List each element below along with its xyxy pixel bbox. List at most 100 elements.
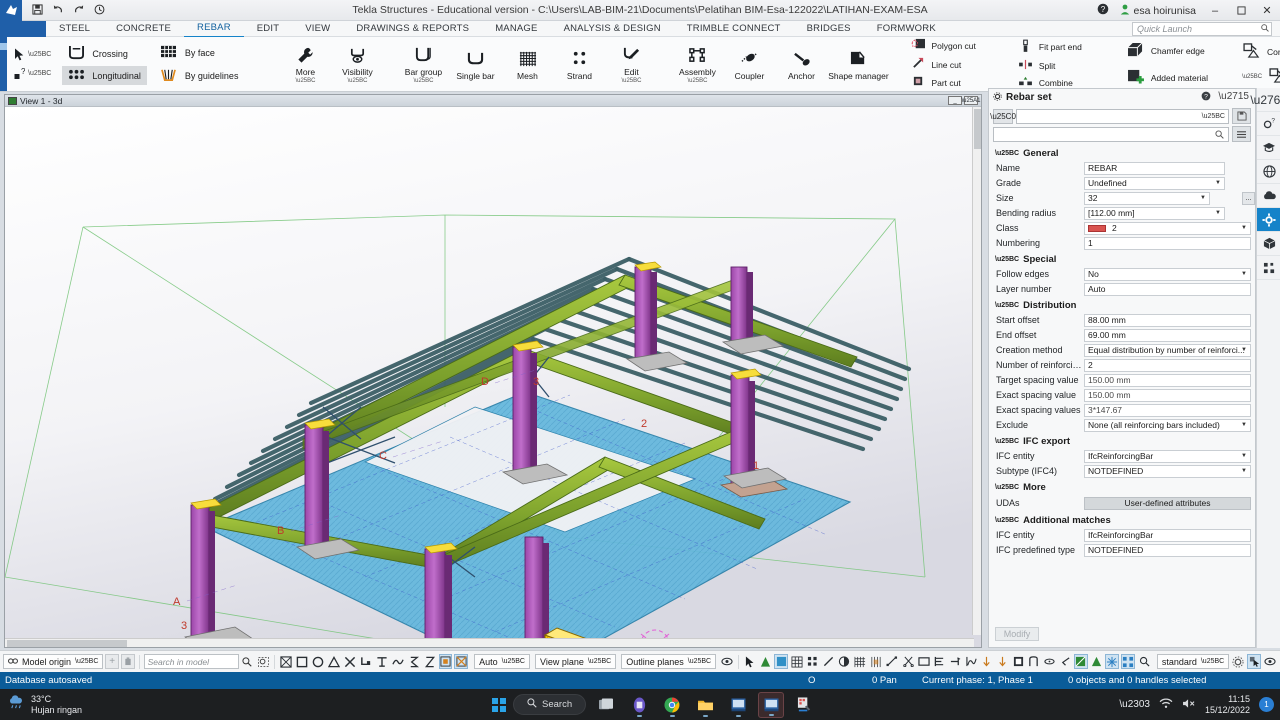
- weather-widget[interactable]: 33°C Hujan ringan: [0, 694, 82, 716]
- select-arrow-icon[interactable]: [743, 654, 757, 669]
- teams-icon[interactable]: [626, 692, 652, 718]
- snap-nearest-icon[interactable]: [279, 654, 293, 669]
- split-button[interactable]: Split: [1014, 58, 1086, 74]
- row-numbering-input[interactable]: 1: [1084, 236, 1251, 250]
- properties-gear-icon[interactable]: [1257, 208, 1280, 232]
- create-shape-dropdown-icon[interactable]: \u25BC: [1242, 74, 1262, 80]
- tab-analysis-design[interactable]: ANALYSIS & DESIGN: [551, 21, 674, 37]
- snap-midpoint-icon[interactable]: [375, 654, 389, 669]
- snap-intersection-icon[interactable]: [343, 654, 357, 669]
- strand-button[interactable]: Strand: [553, 48, 605, 81]
- snap-free-icon[interactable]: [423, 654, 437, 669]
- section-general[interactable]: \u25BC General: [989, 145, 1255, 161]
- tekla-structures-icon[interactable]: [725, 692, 751, 718]
- components-icon[interactable]: ?: [1257, 112, 1280, 136]
- grid-dots-icon[interactable]: [1257, 256, 1280, 280]
- help-icon[interactable]: ?: [1201, 91, 1211, 104]
- snap-curve-icon[interactable]: [391, 654, 405, 669]
- pointer-icon[interactable]: [1247, 654, 1261, 669]
- select-objects-icon[interactable]: [806, 654, 820, 669]
- tab-trimble-connect[interactable]: TRIMBLE CONNECT: [674, 21, 794, 37]
- cube-icon[interactable]: [1257, 232, 1280, 256]
- taskbar-clock[interactable]: 11:15 15/12/2022: [1205, 694, 1250, 716]
- wifi-icon[interactable]: [1159, 697, 1173, 712]
- close-button[interactable]: ✕: [1254, 0, 1280, 21]
- edit-rebar-button[interactable]: Edit \u25BC: [605, 44, 657, 84]
- longitudinal-bars-button[interactable]: Longitudinal: [62, 66, 147, 85]
- single-bar-button[interactable]: Single bar: [449, 48, 501, 81]
- by-guidelines-button[interactable]: By guidelines: [155, 65, 245, 86]
- select-handle-icon[interactable]: [1011, 654, 1025, 669]
- row-exclude-dropdown[interactable]: None (all reinforcing bars included): [1084, 418, 1251, 432]
- row-size-more-button[interactable]: ...: [1242, 191, 1255, 205]
- select-magnifier-icon[interactable]: [1137, 654, 1151, 669]
- ribbon-left-rail[interactable]: [0, 37, 7, 91]
- by-face-button[interactable]: By face: [155, 42, 245, 63]
- panel-back-button[interactable]: \u25C0: [990, 108, 1016, 124]
- eye-icon[interactable]: [1263, 654, 1277, 669]
- task-view-icon[interactable]: [593, 692, 619, 718]
- assembly-dropdown-icon[interactable]: \u25BC: [687, 78, 707, 84]
- search-in-model-input[interactable]: Search in model: [143, 654, 239, 669]
- select-part-icon[interactable]: [774, 654, 788, 669]
- row-number-of-bars-input[interactable]: 2: [1084, 358, 1251, 372]
- visibility-eye-icon[interactable]: [720, 654, 734, 669]
- row-end-offset-input[interactable]: 69.00 mm: [1084, 328, 1251, 342]
- user-account[interactable]: esa hoirunisa: [1114, 4, 1202, 18]
- windows-start-icon[interactable]: [492, 697, 506, 712]
- convert-part-button[interactable]: Convert pa: [1238, 42, 1280, 62]
- assembly-button[interactable]: Assembly \u25BC: [671, 44, 723, 84]
- select-surface-icon[interactable]: [964, 654, 978, 669]
- row-name-input[interactable]: REBAR: [1084, 161, 1225, 175]
- quick-launch-input[interactable]: Quick Launch: [1132, 22, 1272, 36]
- select-view-icon[interactable]: [1073, 654, 1088, 669]
- select-snap-icon[interactable]: [1105, 654, 1120, 669]
- row-am-ifc-entity-input[interactable]: IfcReinforcingBar: [1084, 528, 1251, 542]
- minimize-button[interactable]: –: [1202, 0, 1228, 21]
- tekla-tools-icon[interactable]: [791, 692, 817, 718]
- chevron-up-icon[interactable]: \u2303: [1119, 699, 1150, 710]
- section-ifc-export[interactable]: \u25BC IFC export: [989, 433, 1255, 449]
- row-follow-edges-dropdown[interactable]: No: [1084, 267, 1251, 281]
- anchor-button[interactable]: Anchor: [775, 48, 827, 81]
- select-task-icon[interactable]: [996, 654, 1010, 669]
- snap-box-icon[interactable]: [295, 654, 309, 669]
- close-icon[interactable]: \u2715: [1218, 91, 1249, 104]
- scroll-thumb[interactable]: [7, 640, 127, 647]
- help-icon[interactable]: ?: [1092, 3, 1114, 18]
- row-ifc-entity-dropdown[interactable]: IfcReinforcingBar: [1084, 449, 1251, 463]
- snap-triangle-icon[interactable]: [327, 654, 341, 669]
- snap-perpendicular-icon[interactable]: [359, 654, 373, 669]
- row-am-ifc-predefined-type-input[interactable]: NOTDEFINED: [1084, 543, 1251, 557]
- tab-steel[interactable]: STEEL: [46, 21, 103, 37]
- tab-rebar[interactable]: REBAR: [184, 20, 244, 38]
- row-class-dropdown[interactable]: 2: [1084, 221, 1251, 235]
- row-bending-radius-dropdown[interactable]: [112.00 mm]: [1084, 206, 1225, 220]
- file-explorer-icon[interactable]: [692, 692, 718, 718]
- select-cut-icon[interactable]: [901, 654, 915, 669]
- snap-extend-icon[interactable]: [407, 654, 421, 669]
- select-grid-icon[interactable]: [853, 654, 867, 669]
- auto-dropdown[interactable]: Auto \u25BC: [474, 654, 530, 669]
- section-more[interactable]: \u25BC More: [989, 479, 1255, 495]
- outline-planes-dropdown[interactable]: Outline planes \u25BC: [621, 654, 717, 669]
- panel-save-icon[interactable]: [1232, 108, 1251, 124]
- snap-point-icon[interactable]: [438, 654, 453, 669]
- graduation-cap-icon[interactable]: [1257, 136, 1280, 160]
- tab-manage[interactable]: MANAGE: [482, 21, 550, 37]
- row-target-spacing-input[interactable]: 150.00 mm: [1084, 373, 1251, 387]
- polygon-cut-button[interactable]: Polygon cut: [906, 37, 979, 55]
- history-icon[interactable]: [94, 4, 105, 17]
- user-defined-attributes-button[interactable]: User-defined attributes: [1084, 496, 1251, 510]
- search-icon[interactable]: [241, 654, 255, 669]
- select-bolt-icon[interactable]: [933, 654, 947, 669]
- origin-dropdown[interactable]: Model origin \u25BC: [3, 654, 104, 669]
- create-shape-geometry-button[interactable]: \u25BC Create sha geometry: [1238, 67, 1280, 87]
- shape-manager-button[interactable]: Shape manager: [827, 48, 889, 81]
- select-component-icon[interactable]: [759, 654, 773, 669]
- undo-icon[interactable]: [52, 4, 64, 17]
- tab-bridges[interactable]: BRIDGES: [794, 21, 864, 37]
- zoom-select-icon[interactable]: [256, 654, 270, 669]
- scroll-thumb[interactable]: [974, 109, 981, 149]
- select-objects-tool[interactable]: \u25BC: [14, 48, 51, 61]
